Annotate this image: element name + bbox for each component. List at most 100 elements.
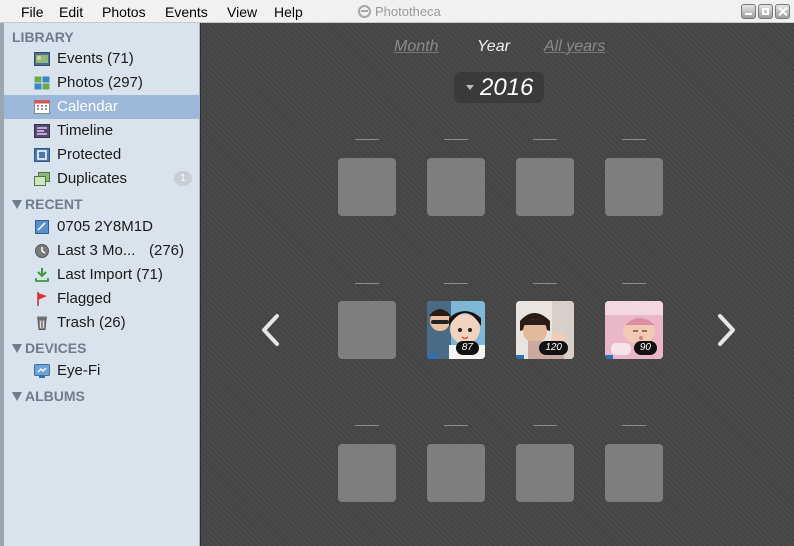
sidebar-item-label: Last 3 Mo... — [57, 242, 136, 259]
trash-icon — [37, 316, 47, 330]
sidebar-item-album-0705[interactable]: 0705 2Y8M1D — [4, 215, 199, 239]
sidebar-item-label: Duplicates — [57, 170, 128, 187]
devices-heading[interactable]: DEVICES — [12, 339, 86, 357]
photo-count-badge: 87 — [455, 341, 479, 355]
clock-icon — [35, 244, 49, 258]
sidebar-item-last-import[interactable]: Last Import (71) — [4, 263, 199, 287]
calendar-icon — [34, 100, 50, 114]
month-label — [355, 425, 379, 426]
month-label — [355, 139, 379, 140]
month-cell[interactable] — [516, 444, 574, 502]
sidebar-item-calendar[interactable]: Calendar — [4, 95, 199, 119]
month-cell[interactable] — [427, 444, 485, 502]
year-selector[interactable]: 2016 — [454, 72, 544, 103]
photo-count-badge: 90 — [633, 341, 657, 355]
month-cell[interactable] — [338, 158, 396, 216]
month-label — [622, 425, 646, 426]
maximize-button[interactable] — [758, 4, 773, 19]
previous-year-arrow-icon[interactable] — [260, 313, 280, 347]
events-icon — [34, 52, 50, 66]
library-heading: LIBRARY — [12, 29, 74, 45]
sidebar-item-flagged[interactable]: Flagged — [4, 287, 199, 311]
month-cell[interactable] — [605, 444, 663, 502]
sidebar-item-label: Events (71) — [57, 50, 134, 67]
albums-heading-label: ALBUMS — [25, 388, 85, 404]
month-label — [622, 139, 646, 140]
month-cell-photo[interactable]: 120 — [516, 301, 574, 359]
month-cell[interactable] — [338, 301, 396, 359]
month-cell[interactable] — [605, 158, 663, 216]
sidebar-item-eye-fi[interactable]: Eye-Fi — [4, 359, 199, 383]
menu-file[interactable]: File — [21, 4, 44, 20]
sidebar-item-duplicates[interactable]: Duplicates 1 — [4, 167, 199, 191]
sidebar-item-events[interactable]: Events (71) — [4, 47, 199, 71]
device-icon — [34, 364, 50, 378]
phototheca-window: File Edit Photos Events View Help Photot… — [0, 0, 794, 546]
recent-heading[interactable]: RECENT — [12, 195, 83, 213]
sidebar-item-protected[interactable]: Protected — [4, 143, 199, 167]
photos-icon — [34, 76, 50, 90]
tab-month[interactable]: Month — [394, 37, 438, 57]
month-cell[interactable] — [516, 158, 574, 216]
menu-bar: File Edit Photos Events View Help Photot… — [0, 0, 794, 23]
app-logo-icon — [358, 5, 371, 18]
minimize-button[interactable] — [741, 4, 756, 19]
protected-icon — [34, 148, 50, 162]
month-label — [444, 283, 468, 284]
sidebar-item-label: Last Import (71) — [57, 266, 163, 283]
sidebar-item-label: Protected — [57, 146, 122, 163]
month-cell[interactable] — [338, 444, 396, 502]
flag-icon — [37, 292, 47, 306]
duplicates-icon — [34, 172, 50, 186]
menu-help[interactable]: Help — [274, 4, 303, 20]
next-year-arrow-icon[interactable] — [717, 313, 737, 347]
album-icon — [35, 220, 49, 234]
recent-heading-label: RECENT — [25, 196, 83, 212]
calendar-view: Month Year All years 2016 87 120 90 — [200, 23, 794, 546]
month-label — [444, 139, 468, 140]
timeline-icon — [34, 124, 50, 138]
year-label: 2016 — [480, 74, 534, 101]
sidebar-item-label: Eye-Fi — [57, 362, 101, 379]
month-cell[interactable] — [427, 158, 485, 216]
expand-triangle-icon — [12, 200, 22, 209]
year-dropdown-icon — [466, 85, 474, 90]
month-cell-photo[interactable]: 87 — [427, 301, 485, 359]
sidebar-item-last-3-months[interactable]: Last 3 Mo... (276) — [4, 239, 199, 263]
sidebar-item-label: 0705 2Y8M1D — [57, 218, 153, 235]
devices-heading-label: DEVICES — [25, 340, 87, 356]
sidebar-item-label: Photos (297) — [57, 74, 143, 91]
month-label — [533, 283, 557, 284]
tab-year[interactable]: Year — [477, 37, 510, 57]
photo-count-badge: 120 — [539, 341, 568, 355]
sidebar: LIBRARY Events (71) Photos (297) Calenda… — [0, 23, 200, 546]
expand-triangle-icon — [12, 344, 22, 353]
sidebar-item-label: Timeline — [57, 122, 114, 139]
month-label — [444, 425, 468, 426]
month-label — [622, 283, 646, 284]
menu-view[interactable]: View — [227, 4, 257, 20]
import-icon — [35, 268, 49, 282]
albums-heading[interactable]: ALBUMS — [12, 387, 85, 405]
menu-photos[interactable]: Photos — [102, 4, 146, 20]
close-button[interactable] — [775, 4, 790, 19]
window-controls — [739, 4, 790, 19]
expand-triangle-icon — [12, 392, 22, 401]
sidebar-item-timeline[interactable]: Timeline — [4, 119, 199, 143]
month-label — [533, 139, 557, 140]
duplicates-count-badge: 1 — [174, 171, 192, 186]
sidebar-item-label: Trash (26) — [57, 314, 126, 331]
month-cell-photo[interactable]: 90 — [605, 301, 663, 359]
sidebar-item-label: Flagged — [57, 290, 112, 307]
window-title-text: Phototheca — [375, 4, 441, 19]
month-label — [533, 425, 557, 426]
menu-events[interactable]: Events — [165, 4, 208, 20]
tab-all-years[interactable]: All years — [544, 37, 605, 57]
sidebar-item-label: Calendar — [57, 98, 118, 115]
sidebar-item-count: (276) — [149, 242, 185, 259]
window-title: Phototheca — [358, 4, 441, 20]
sidebar-item-photos[interactable]: Photos (297) — [4, 71, 199, 95]
sidebar-item-trash[interactable]: Trash (26) — [4, 311, 199, 335]
month-label — [355, 283, 379, 284]
menu-edit[interactable]: Edit — [59, 4, 83, 20]
